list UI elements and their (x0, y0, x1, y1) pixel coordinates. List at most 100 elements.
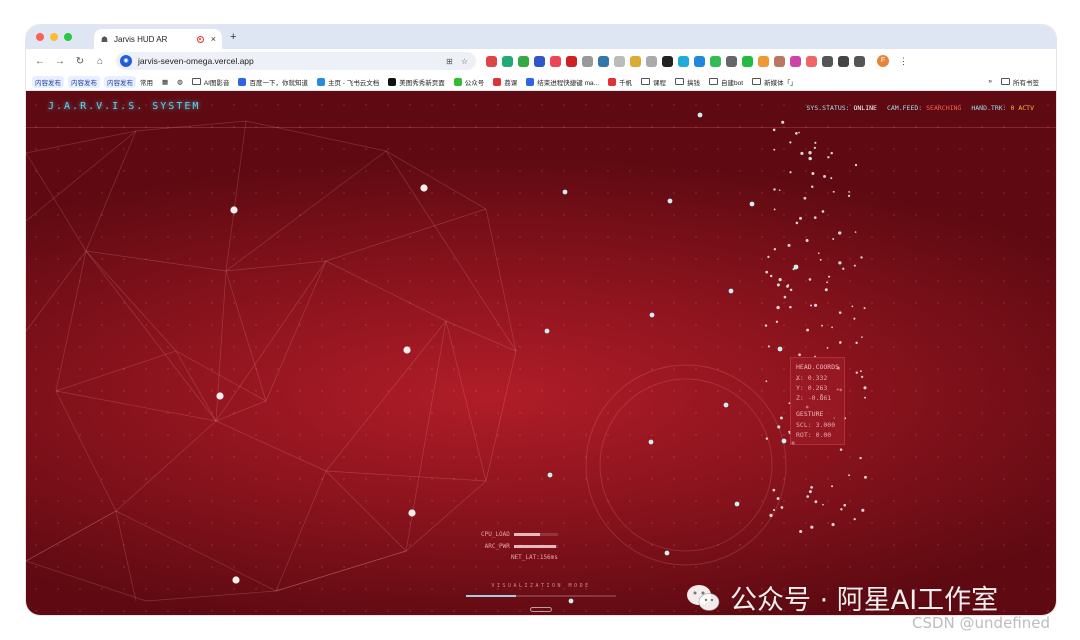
drawer-handle[interactable] (530, 607, 552, 612)
particle (772, 488, 776, 492)
hud-viewport[interactable]: J.A.R.V.I.S. SYSTEM SYS.STATUS: ONLINE C… (26, 91, 1056, 615)
bookmark-item[interactable]: 课程 (641, 77, 666, 87)
bookmark-item[interactable]: 常用 (140, 77, 153, 87)
gesture-header: GESTURE (796, 410, 824, 418)
particle (778, 278, 782, 282)
extension-icon[interactable] (726, 55, 737, 67)
arc-power-row: ARC_PWR (481, 541, 558, 553)
new-tab-button[interactable]: + (230, 31, 236, 43)
extension-icon[interactable] (614, 55, 625, 67)
particle (403, 346, 411, 354)
particle (853, 518, 856, 521)
particle (830, 151, 833, 155)
extension-icon[interactable] (710, 55, 721, 67)
bookmark-item[interactable]: 美图秀秀新页面 (388, 77, 445, 87)
site-info-icon[interactable]: ◉ (120, 55, 132, 67)
particle (813, 216, 817, 219)
particle (839, 448, 843, 451)
bookmark-item[interactable]: 内容发布 (104, 75, 136, 88)
visualization-mode-bar[interactable] (466, 595, 616, 597)
globe-icon[interactable]: ◍ (177, 78, 183, 86)
extension-icon[interactable] (646, 55, 657, 67)
particle (863, 307, 866, 310)
extension-icon[interactable] (486, 55, 497, 67)
forward-icon[interactable]: → (52, 56, 68, 67)
header-divider (26, 127, 1056, 128)
metrics-panel: CPU_LOAD ARC_PWR NET_LAT:156ms (481, 529, 558, 564)
bookmark-item[interactable]: 结束进程快捷键 ma... (526, 77, 599, 87)
extension-icon[interactable] (550, 55, 561, 67)
bookmark-item[interactable]: 主页 - 飞书云文档 (316, 77, 380, 87)
particle (811, 185, 814, 188)
bookmark-star-icon[interactable]: ☆ (461, 57, 468, 66)
extension-icon[interactable] (598, 55, 609, 67)
address-bar[interactable]: ◉ jarvis-seven-omega.vercel.app ⊞ ☆ (116, 52, 476, 70)
particle (808, 151, 812, 155)
baidu-icon (238, 77, 247, 86)
translate-icon[interactable]: ⊞ (446, 57, 453, 66)
extension-icon[interactable] (630, 55, 641, 67)
puzzle-icon[interactable] (838, 55, 849, 67)
bookmark-item[interactable]: 新媒体「」 (752, 77, 797, 87)
extension-icon[interactable] (790, 55, 801, 67)
recording-icon (196, 35, 204, 43)
bookmark-item[interactable]: 千帆 (608, 77, 632, 87)
extension-icon[interactable] (566, 55, 577, 67)
home-icon[interactable]: ⌂ (92, 56, 108, 67)
extension-icon[interactable] (678, 55, 689, 67)
bookmarks-right: » 所有书签 (988, 77, 1048, 87)
gesture-scale: SCL: 3.000 (796, 421, 836, 429)
particle (814, 303, 818, 307)
apps-grid-icon[interactable]: ▦ (162, 78, 168, 86)
extension-icon[interactable] (758, 55, 769, 67)
bookmark-item[interactable]: 内容发布 (32, 75, 64, 88)
back-icon[interactable]: ← (32, 56, 48, 67)
bookmark-item[interactable]: 荔课 (493, 77, 517, 87)
extension-icon[interactable] (806, 55, 817, 67)
bookmark-item[interactable]: 搞钱 (675, 77, 700, 87)
particle (777, 346, 783, 352)
extension-icon[interactable] (534, 55, 545, 67)
active-tab[interactable]: ☗ Jarvis HUD AR × (94, 29, 222, 49)
bookmark-item[interactable]: 内容发布 (68, 75, 100, 88)
particle (787, 283, 790, 286)
particle (855, 341, 858, 344)
bookmark-label: 主页 - 飞书云文档 (327, 79, 380, 87)
screenshot-icon[interactable] (854, 55, 865, 67)
close-window-button[interactable] (36, 33, 44, 41)
arc-power-label: ARC_PWR (484, 542, 510, 550)
bookmark-label: 课程 (653, 79, 667, 87)
close-tab-icon[interactable]: × (211, 34, 216, 44)
extension-icon[interactable] (742, 55, 753, 67)
particle (764, 324, 768, 327)
extension-icon[interactable] (502, 55, 513, 67)
particle (749, 201, 755, 207)
bookmark-item[interactable]: 自建bot (709, 77, 743, 87)
menu-icon[interactable]: ⋮ (899, 56, 908, 67)
profile-avatar[interactable]: F (877, 55, 889, 67)
particle (821, 324, 823, 327)
particle (781, 120, 785, 124)
extension-icon[interactable] (822, 55, 833, 67)
bookmark-item[interactable]: AI图影音 (191, 77, 229, 87)
extension-icon[interactable] (662, 55, 673, 67)
bookmark-label: 搞钱 (687, 79, 701, 87)
extension-icon[interactable] (582, 55, 593, 67)
extension-icon[interactable] (518, 55, 529, 67)
bookmark-item[interactable]: 公众号 (453, 77, 484, 87)
particle (799, 216, 802, 220)
particle (831, 485, 834, 488)
particle (854, 163, 858, 167)
reticle (585, 364, 787, 566)
particle (859, 456, 862, 460)
extension-icon[interactable] (694, 55, 705, 67)
bookmark-item[interactable]: 百度一下，你就知道 (238, 77, 308, 87)
reload-icon[interactable]: ↻ (72, 56, 88, 67)
maximize-window-button[interactable] (64, 33, 72, 41)
extension-icon[interactable] (774, 55, 785, 67)
url-text[interactable]: jarvis-seven-omega.vercel.app (138, 56, 446, 66)
more-bookmarks-button[interactable]: » (988, 78, 992, 85)
minimize-window-button[interactable] (50, 33, 58, 41)
hand-status-value: 0 ACTV (1010, 104, 1034, 112)
all-bookmarks-button[interactable]: 所有书签 (1001, 77, 1039, 87)
